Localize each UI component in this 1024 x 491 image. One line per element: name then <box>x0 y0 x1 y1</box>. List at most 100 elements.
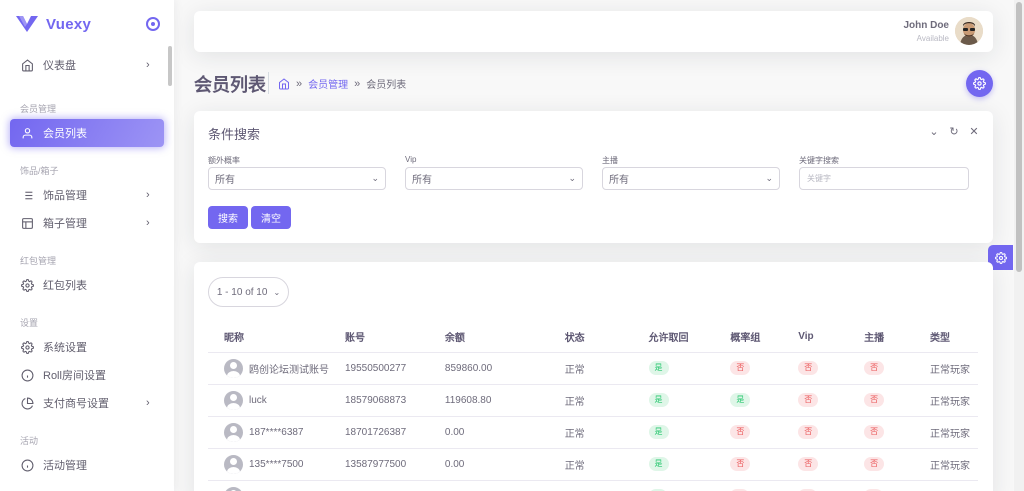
vip-select[interactable]: 所有 ⌄ <box>405 167 583 190</box>
brand-name[interactable]: Vuexy <box>46 16 146 33</box>
column-header[interactable]: 主播 <box>848 322 914 353</box>
type-cell: 正常玩家 <box>913 448 978 481</box>
column-header[interactable]: 状态 <box>548 322 633 353</box>
allow-withdraw-badge: 是 <box>648 361 669 375</box>
home-icon[interactable] <box>278 77 290 90</box>
nickname: 135****7500 <box>249 458 304 470</box>
table-row[interactable]: 187****6387 18701726387 0.00 正常 是 否 否 否 … <box>208 416 978 449</box>
top-navbar: John Doe Available <box>194 11 993 52</box>
column-header[interactable]: 类型 <box>913 322 978 353</box>
sidebar-item-system-settings[interactable]: 系统设置 <box>10 333 164 361</box>
nickname: 鸥创论坛测试账号 <box>249 364 329 376</box>
sidebar-item-activity-management[interactable]: 活动管理 <box>10 451 164 479</box>
page-size-dropdown[interactable]: 1 - 10 of 10 ⌄ <box>208 277 289 307</box>
select-value: 所有 <box>609 175 629 186</box>
user-avatar[interactable] <box>955 17 983 45</box>
sidebar-scrollbar[interactable] <box>168 46 172 86</box>
sidebar-item-label: 箱子管理 <box>43 218 87 230</box>
column-header[interactable]: 账号 <box>329 322 429 353</box>
vip-badge: 否 <box>798 361 819 375</box>
balance-cell: 859860.00 <box>428 352 549 385</box>
nav-section-header: 饰品/箱子 <box>20 166 59 176</box>
settings-icon <box>20 340 34 354</box>
column-header[interactable]: Vip <box>782 322 849 353</box>
allow-withdraw-badge: 是 <box>648 425 669 439</box>
status-cell: 正常 <box>548 448 633 481</box>
anchor-badge: 否 <box>864 361 885 375</box>
sidebar-item-redpacket-list[interactable]: 红包列表 <box>10 271 164 299</box>
nickname-cell: 135****7500 <box>224 454 329 474</box>
page-scrollbar[interactable] <box>1014 0 1024 491</box>
vip-badge: 否 <box>798 425 819 439</box>
breadcrumb-separator: » <box>296 77 303 90</box>
sidebar: Vuexy 仪表盘 › 会员管理 会员列表 饰品/箱子 饰品管理 › 箱子管理 … <box>0 0 174 491</box>
clear-button[interactable]: 清空 <box>251 206 291 229</box>
allow-withdraw-badge: 是 <box>648 457 669 471</box>
nav-section-header: 活动 <box>20 436 39 446</box>
table-row[interactable] <box>208 480 978 491</box>
vuexy-logo-icon <box>16 16 38 32</box>
sidebar-item-box-management[interactable]: 箱子管理 › <box>10 209 164 237</box>
extra-prob-select[interactable]: 所有 ⌄ <box>208 167 386 190</box>
type-cell: 正常玩家 <box>913 352 978 385</box>
card-actions: ⌄ ↻ ✕ <box>929 125 979 138</box>
breadcrumb-link[interactable]: 会员管理 <box>308 76 348 91</box>
sidebar-item-items-management[interactable]: 饰品管理 › <box>10 181 164 209</box>
sidebar-item-dashboard[interactable]: 仪表盘 › <box>10 51 164 79</box>
sidebar-toggle-icon[interactable] <box>146 17 160 31</box>
table-row[interactable]: luck 18579068873 119608.80 正常 是 是 否 否 正常… <box>208 384 978 417</box>
keyword-label: 关键字搜索 <box>799 156 839 165</box>
prob-group-badge: 否 <box>730 361 751 375</box>
sidebar-item-payment-settings[interactable]: 支付商号设置 › <box>10 389 164 417</box>
status-cell <box>548 480 633 491</box>
settings-icon <box>973 77 986 90</box>
nickname-cell: 鸥创论坛测试账号 <box>224 358 329 378</box>
sidebar-item-roll-settings[interactable]: Roll房间设置 <box>10 361 164 389</box>
user-icon <box>20 126 34 140</box>
sidebar-item-label: 会员列表 <box>43 128 87 140</box>
table-row[interactable]: 鸥创论坛测试账号 19550500277 859860.00 正常 是 否 否 … <box>208 352 978 385</box>
account-cell <box>329 480 429 491</box>
chevron-down-icon: ⌄ <box>371 173 379 183</box>
refresh-icon[interactable]: ↻ <box>949 125 959 138</box>
column-header[interactable]: 概率组 <box>714 322 783 353</box>
type-cell <box>913 480 978 491</box>
chevron-right-icon: › <box>146 189 150 201</box>
extra-prob-label: 额外概率 <box>208 156 240 165</box>
nickname-cell: 187****6387 <box>224 422 329 442</box>
balance-cell: 0.00 <box>428 448 549 481</box>
search-button[interactable]: 搜索 <box>208 206 248 229</box>
sidebar-item-label: 活动管理 <box>43 460 87 472</box>
sidebar-item-members[interactable]: 会员列表 <box>10 119 164 147</box>
pie-chart-icon <box>20 396 34 410</box>
settings-icon <box>994 251 1007 264</box>
page-scrollbar-thumb[interactable] <box>1016 2 1022 272</box>
list-icon <box>20 188 34 202</box>
keyword-input[interactable] <box>799 167 969 190</box>
anchor-select[interactable]: 所有 ⌄ <box>602 167 780 190</box>
layout-icon <box>20 216 34 230</box>
column-header[interactable]: 允许取回 <box>632 322 715 353</box>
account-cell: 18701726387 <box>329 416 429 449</box>
account-cell: 18579068873 <box>329 384 429 417</box>
close-icon[interactable]: ✕ <box>969 125 979 138</box>
nav-section-header: 红包管理 <box>20 256 57 266</box>
anchor-badge: 否 <box>864 425 885 439</box>
chevron-down-icon: ⌄ <box>765 173 773 183</box>
nickname-cell: luck <box>224 390 329 410</box>
user-name[interactable]: John Doe <box>903 20 949 31</box>
user-avatar-icon <box>224 358 243 378</box>
filter-card: 条件搜索 ⌄ ↻ ✕ 额外概率 所有 ⌄ Vip 所有 ⌄ 主播 所有 ⌄ 关键… <box>194 111 993 243</box>
table-row[interactable]: 135****7500 13587977500 0.00 正常 是 否 否 否 … <box>208 448 978 481</box>
status-cell: 正常 <box>548 416 633 449</box>
chevron-down-icon: ⌄ <box>273 287 281 297</box>
user-avatar-icon <box>224 486 243 491</box>
chevron-down-icon[interactable]: ⌄ <box>929 125 939 138</box>
breadcrumb-current: 会员列表 <box>366 80 407 91</box>
anchor-label: 主播 <box>602 156 618 165</box>
column-header[interactable]: 昵称 <box>208 322 329 353</box>
allow-withdraw-badge: 是 <box>648 393 669 407</box>
column-header[interactable]: 余额 <box>428 322 549 353</box>
settings-fab-button[interactable] <box>966 70 993 97</box>
nav-section-header: 设置 <box>20 318 39 328</box>
